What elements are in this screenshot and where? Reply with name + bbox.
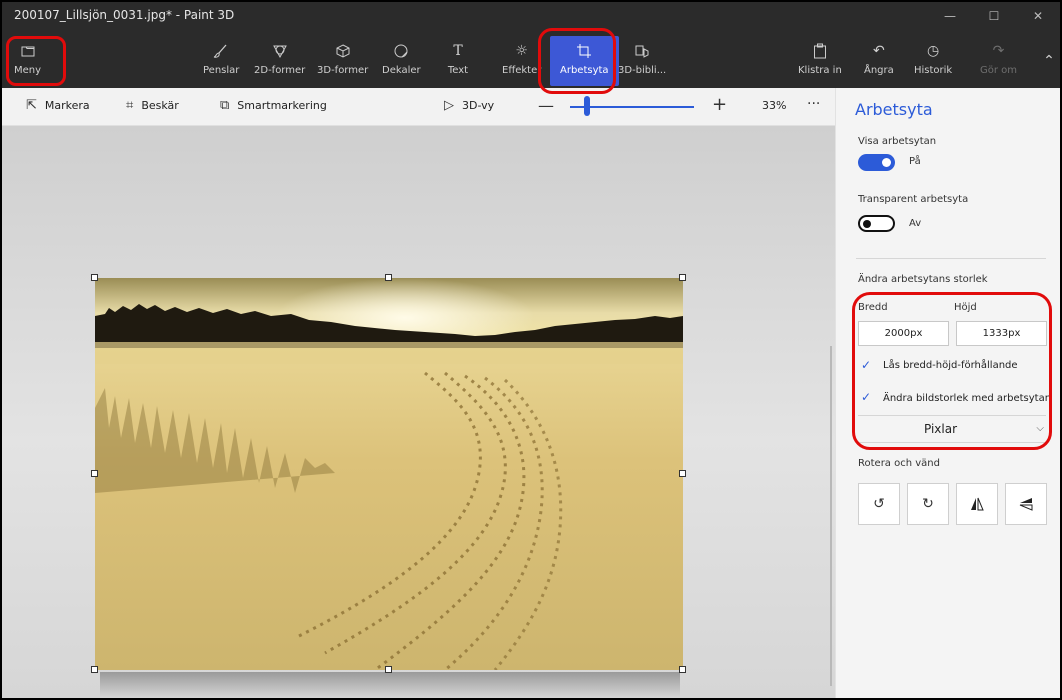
flip-vertical-icon — [1019, 498, 1033, 511]
title-bar: 200107_Lillsjön_0031.jpg* - Paint 3D — ☐… — [2, 2, 1060, 88]
highlight-menu — [6, 36, 66, 86]
vertical-scrollbar[interactable] — [830, 346, 832, 686]
highlight-resize-section — [852, 292, 1052, 450]
history-button[interactable]: ◷ Historik — [914, 40, 952, 84]
canvas-area[interactable] — [2, 126, 835, 698]
library-button[interactable]: 3D-bibli... — [618, 40, 666, 84]
canvas-toolbar: ⇱ Markera ⌗ Beskär ⧉ Smartmarkering ▷ 3D… — [2, 88, 835, 126]
rotate-left-button[interactable]: ↺ — [858, 483, 900, 525]
rotate-flip-label: Rotera och vänd — [858, 458, 940, 469]
resize-handle-right[interactable] — [679, 470, 686, 477]
resize-handle-bottom-left[interactable] — [91, 666, 98, 673]
ribbon: Meny Penslar 2D-former 3D-former Dekaler — [2, 32, 1060, 88]
brush-icon — [210, 40, 232, 62]
undo-icon: ↶ — [873, 43, 885, 59]
select-tool[interactable]: ⇱ Markera — [26, 98, 90, 113]
redo-icon: ↷ — [992, 43, 1005, 59]
paste-button[interactable]: Klistra in — [798, 40, 842, 84]
shapes-2d-button[interactable]: 2D-former — [254, 40, 305, 84]
resize-handle-top-left[interactable] — [91, 274, 98, 281]
window-title: 200107_Lillsjön_0031.jpg* - Paint 3D — [14, 8, 235, 22]
crop-icon: ⌗ — [126, 98, 134, 113]
text-button[interactable]: T Text — [447, 40, 469, 84]
minimize-button[interactable]: — — [936, 6, 964, 26]
close-button[interactable]: ✕ — [1024, 6, 1052, 26]
transparent-canvas-toggle[interactable] — [858, 215, 895, 232]
resize-handle-top-right[interactable] — [679, 274, 686, 281]
magic-select-icon: ⧉ — [220, 98, 230, 113]
show-canvas-state: På — [909, 156, 921, 167]
history-icon: ◷ — [927, 43, 940, 59]
panel-divider — [856, 258, 1046, 259]
library-icon — [631, 40, 653, 62]
text-icon: T — [453, 43, 463, 59]
magic-select-tool[interactable]: ⧉ Smartmarkering — [220, 98, 327, 113]
redo-button[interactable]: ↷ Gör om — [980, 40, 1017, 84]
crop-tool[interactable]: ⌗ Beskär — [126, 98, 179, 113]
resize-handle-left[interactable] — [91, 470, 98, 477]
panel-title: Arbetsyta — [855, 100, 933, 119]
maximize-button[interactable]: ☐ — [980, 6, 1008, 26]
shapes-3d-button[interactable]: 3D-former — [317, 40, 368, 84]
resize-handle-bottom[interactable] — [385, 666, 392, 673]
cursor-icon: ⇱ — [26, 98, 37, 113]
flip-horizontal-button[interactable] — [956, 483, 998, 525]
undo-button[interactable]: ↶ Ångra — [864, 40, 894, 84]
zoom-out-button[interactable]: — — [538, 96, 554, 115]
canvas-shadow — [100, 672, 680, 698]
resize-canvas-label: Ändra arbetsytans storlek — [858, 274, 988, 285]
effects-button[interactable]: ☼ Effekter — [502, 40, 541, 84]
view-3d-toggle[interactable]: ▷ 3D-vy — [444, 98, 494, 113]
canvas-image[interactable] — [95, 278, 683, 670]
transparent-canvas-state: Av — [909, 218, 922, 229]
more-options-button[interactable]: ··· — [807, 96, 820, 112]
cube-icon — [332, 40, 354, 62]
stickers-button[interactable]: Dekaler — [382, 40, 421, 84]
clipboard-icon — [809, 40, 831, 62]
rotate-right-button[interactable]: ↻ — [907, 483, 949, 525]
resize-handle-bottom-right[interactable] — [679, 666, 686, 673]
zoom-slider-thumb[interactable] — [584, 96, 590, 116]
rotate-right-icon: ↻ — [922, 496, 934, 512]
view-3d-icon: ▷ — [444, 98, 454, 113]
highlight-canvas-tab — [538, 28, 616, 94]
window-controls: — ☐ ✕ — [936, 6, 1052, 26]
flip-horizontal-icon — [971, 497, 984, 511]
chevron-up-icon: ⌃ — [1043, 53, 1055, 69]
brushes-button[interactable]: Penslar — [203, 40, 239, 84]
sun-icon: ☼ — [515, 43, 528, 59]
show-canvas-toggle[interactable] — [858, 154, 895, 171]
flip-vertical-button[interactable] — [1005, 483, 1047, 525]
show-canvas-label: Visa arbetsytan — [858, 136, 937, 147]
rotate-left-icon: ↺ — [873, 496, 885, 512]
sticker-icon — [390, 40, 412, 62]
shapes-2d-icon — [269, 40, 291, 62]
zoom-level: 33% — [762, 99, 787, 112]
resize-handle-top[interactable] — [385, 274, 392, 281]
zoom-in-button[interactable]: + — [712, 94, 727, 115]
transparent-canvas-label: Transparent arbetsyta — [858, 194, 969, 205]
